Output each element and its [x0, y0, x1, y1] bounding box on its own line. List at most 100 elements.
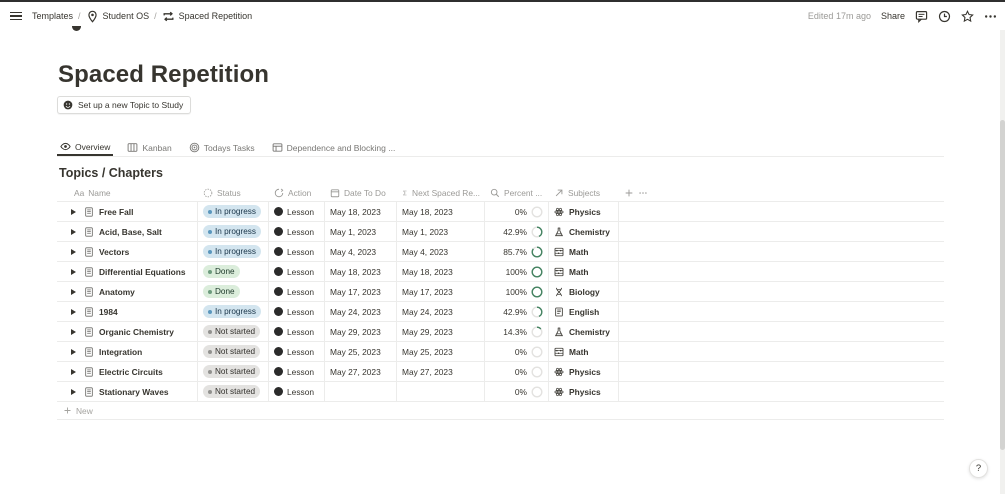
cell-status[interactable]: Done: [198, 262, 269, 281]
subject-link[interactable]: Chemistry: [569, 327, 610, 337]
new-row-button[interactable]: New: [57, 402, 944, 420]
breadcrumb-spaced-repetition[interactable]: Spaced Repetition: [162, 10, 252, 23]
column-header-percent[interactable]: Percent ...: [485, 184, 549, 201]
cell-date[interactable]: May 25, 2023: [325, 342, 397, 361]
row-title[interactable]: Integration: [99, 347, 142, 357]
cell-status[interactable]: Not started: [198, 322, 269, 341]
table-row[interactable]: Integration Not started Lesson May 25, 2023…: [57, 342, 944, 362]
cell-name[interactable]: Acid, Base, Salt: [57, 222, 198, 241]
table-row[interactable]: Electric Circuits Not started Lesson May 27…: [57, 362, 944, 382]
table-row[interactable]: Differential Equations Done Lesson May 18, …: [57, 262, 944, 282]
row-title[interactable]: Anatomy: [99, 287, 135, 297]
share-button[interactable]: Share: [881, 11, 905, 21]
cell-date[interactable]: May 4, 2023: [325, 242, 397, 261]
row-title[interactable]: 1984: [99, 307, 118, 317]
help-button[interactable]: ?: [969, 459, 988, 478]
cell-date[interactable]: May 24, 2023: [325, 302, 397, 321]
status-badge[interactable]: Done: [203, 265, 240, 278]
cell-subject[interactable]: Chemistry: [549, 222, 619, 241]
breadcrumb-student-os[interactable]: Student OS: [86, 10, 149, 23]
expand-toggle-icon[interactable]: [71, 268, 76, 275]
cell-action[interactable]: Lesson: [269, 202, 325, 221]
plus-icon[interactable]: [624, 188, 634, 198]
expand-toggle-icon[interactable]: [71, 328, 76, 335]
subject-link[interactable]: English: [569, 307, 599, 317]
cell-subject[interactable]: Physics: [549, 362, 619, 381]
cell-action[interactable]: Lesson: [269, 242, 325, 261]
row-title[interactable]: Free Fall: [99, 207, 133, 217]
expand-toggle-icon[interactable]: [71, 228, 76, 235]
expand-toggle-icon[interactable]: [71, 388, 76, 395]
cell-date[interactable]: May 27, 2023: [325, 362, 397, 381]
row-title[interactable]: Electric Circuits: [99, 367, 163, 377]
page-scrollbar[interactable]: [1000, 30, 1005, 494]
star-icon[interactable]: [961, 9, 974, 23]
cell-action[interactable]: Lesson: [269, 302, 325, 321]
expand-toggle-icon[interactable]: [71, 208, 76, 215]
status-badge[interactable]: Not started: [203, 365, 261, 378]
column-header-date[interactable]: Date To Do: [325, 184, 397, 201]
expand-toggle-icon[interactable]: [71, 368, 76, 375]
cell-subject[interactable]: Physics: [549, 382, 619, 401]
table-row[interactable]: Vectors In progress Lesson May 4, 2023 May 4…: [57, 242, 944, 262]
tab-dependence-blocking[interactable]: Dependence and Blocking ...: [269, 139, 399, 156]
subject-link[interactable]: Math: [569, 247, 589, 257]
table-row[interactable]: Free Fall In progress Lesson May 18, 2023 Ma…: [57, 202, 944, 222]
table-row[interactable]: Organic Chemistry Not started Lesson May 29…: [57, 322, 944, 342]
cell-status[interactable]: Not started: [198, 382, 269, 401]
cell-status[interactable]: In progress: [198, 302, 269, 321]
cell-subject[interactable]: English: [549, 302, 619, 321]
status-badge[interactable]: In progress: [203, 205, 261, 218]
column-header-subjects[interactable]: Subjects: [549, 184, 619, 201]
cell-status[interactable]: Not started: [198, 362, 269, 381]
status-badge[interactable]: Done: [203, 285, 240, 298]
row-title[interactable]: Stationary Waves: [99, 387, 169, 397]
cell-status[interactable]: In progress: [198, 202, 269, 221]
cell-name[interactable]: 1984: [57, 302, 198, 321]
subject-link[interactable]: Physics: [569, 387, 601, 397]
subject-link[interactable]: Biology: [569, 287, 600, 297]
expand-toggle-icon[interactable]: [71, 288, 76, 295]
cell-action[interactable]: Lesson: [269, 322, 325, 341]
table-row[interactable]: Acid, Base, Salt In progress Lesson May 1, …: [57, 222, 944, 242]
status-badge[interactable]: In progress: [203, 245, 261, 258]
column-header-status[interactable]: Status: [198, 184, 269, 201]
menu-icon[interactable]: [10, 11, 22, 21]
cell-subject[interactable]: Math: [549, 342, 619, 361]
cell-action[interactable]: Lesson: [269, 362, 325, 381]
subject-link[interactable]: Chemistry: [569, 227, 610, 237]
cell-name[interactable]: Differential Equations: [57, 262, 198, 281]
cell-status[interactable]: In progress: [198, 222, 269, 241]
cell-status[interactable]: Done: [198, 282, 269, 301]
cell-name[interactable]: Integration: [57, 342, 198, 361]
status-badge[interactable]: In progress: [203, 225, 261, 238]
table-row[interactable]: 1984 In progress Lesson May 24, 2023 May 24,…: [57, 302, 944, 322]
subject-link[interactable]: Physics: [569, 367, 601, 377]
tab-todays-tasks[interactable]: Todays Tasks: [186, 139, 258, 156]
subject-link[interactable]: Math: [569, 347, 589, 357]
status-badge[interactable]: In progress: [203, 305, 261, 318]
cell-action[interactable]: Lesson: [269, 382, 325, 401]
cell-action[interactable]: Lesson: [269, 222, 325, 241]
scrollbar-thumb[interactable]: [1000, 120, 1005, 450]
cell-name[interactable]: Free Fall: [57, 202, 198, 221]
cell-date[interactable]: May 1, 2023: [325, 222, 397, 241]
table-row[interactable]: Stationary Waves Not started Lesson 0% Physi…: [57, 382, 944, 402]
cell-name[interactable]: Organic Chemistry: [57, 322, 198, 341]
expand-toggle-icon[interactable]: [71, 348, 76, 355]
cell-status[interactable]: Not started: [198, 342, 269, 361]
clock-icon[interactable]: [938, 10, 951, 23]
cell-name[interactable]: Electric Circuits: [57, 362, 198, 381]
cell-subject[interactable]: Chemistry: [549, 322, 619, 341]
cell-date[interactable]: May 18, 2023: [325, 202, 397, 221]
cell-name[interactable]: Stationary Waves: [57, 382, 198, 401]
cell-action[interactable]: Lesson: [269, 262, 325, 281]
breadcrumb-templates[interactable]: Templates: [32, 11, 73, 21]
cell-date[interactable]: May 17, 2023: [325, 282, 397, 301]
column-header-next[interactable]: Next Spaced Re...: [397, 184, 485, 201]
cell-action[interactable]: Lesson: [269, 282, 325, 301]
row-title[interactable]: Acid, Base, Salt: [99, 227, 162, 237]
expand-toggle-icon[interactable]: [71, 248, 76, 255]
cell-subject[interactable]: Math: [549, 242, 619, 261]
status-badge[interactable]: Not started: [203, 325, 261, 338]
